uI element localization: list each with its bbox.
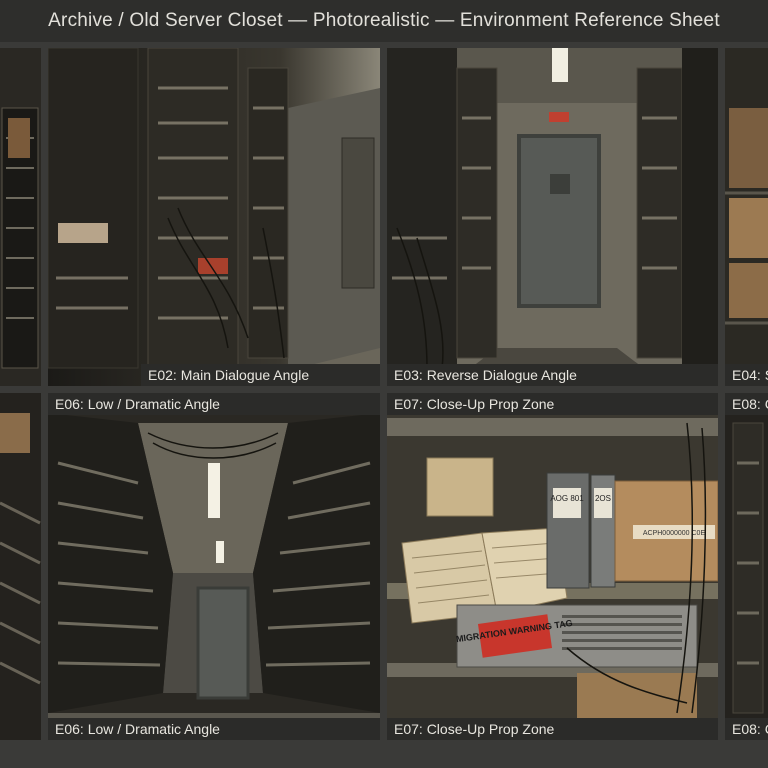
panel-e03[interactable]: E03: Reverse Dialogue Angle bbox=[387, 48, 718, 386]
archive-boxes-image bbox=[725, 48, 768, 386]
panel-caption: E04: S bbox=[725, 364, 768, 386]
sheet-title: Archive / Old Server Closet — Photoreali… bbox=[0, 0, 768, 42]
server-rack-image bbox=[0, 393, 41, 740]
panel-e05[interactable] bbox=[0, 393, 41, 740]
panel-caption-top: E06: Low / Dramatic Angle bbox=[48, 393, 380, 415]
panel-caption: E03: Reverse Dialogue Angle bbox=[387, 364, 718, 386]
panel-e08[interactable]: E08: C E08: C bbox=[725, 393, 768, 740]
panel-e04[interactable]: E04: S bbox=[725, 48, 768, 386]
panel-caption-bottom: E06: Low / Dramatic Angle bbox=[48, 718, 380, 740]
server-rack-image bbox=[0, 48, 41, 386]
sheet-footer-strip bbox=[0, 740, 768, 768]
low-angle-aisle-image bbox=[48, 393, 380, 740]
panel-e06[interactable]: E06: Low / Dramatic Angle E06: Low / Dra… bbox=[48, 393, 380, 740]
binder-1-label: AOG 801 bbox=[550, 494, 584, 503]
panel-caption-top: E08: C bbox=[725, 393, 768, 415]
box-label: ACPH0000000 C0E bbox=[643, 530, 706, 537]
panel-e07[interactable]: AOG 801 2OS ACPH0000000 C0E MIGRATION WA… bbox=[387, 393, 718, 740]
binder-2-label: 2OS bbox=[595, 494, 611, 503]
panel-caption-bottom: E07: Close-Up Prop Zone bbox=[387, 718, 718, 740]
panel-caption: E02: Main Dialogue Angle bbox=[141, 364, 380, 386]
server-room-door-image bbox=[387, 48, 718, 386]
server-aisle-image bbox=[48, 48, 380, 386]
panel-caption-bottom: E08: C bbox=[725, 718, 768, 740]
panel-e01[interactable] bbox=[0, 48, 41, 386]
server-rack-image bbox=[725, 393, 768, 740]
panel-caption-top: E07: Close-Up Prop Zone bbox=[387, 393, 718, 415]
panel-e02[interactable]: E02: Main Dialogue Angle bbox=[48, 48, 380, 386]
prop-shelf-image: AOG 801 2OS ACPH0000000 C0E MIGRATION WA… bbox=[387, 393, 718, 740]
